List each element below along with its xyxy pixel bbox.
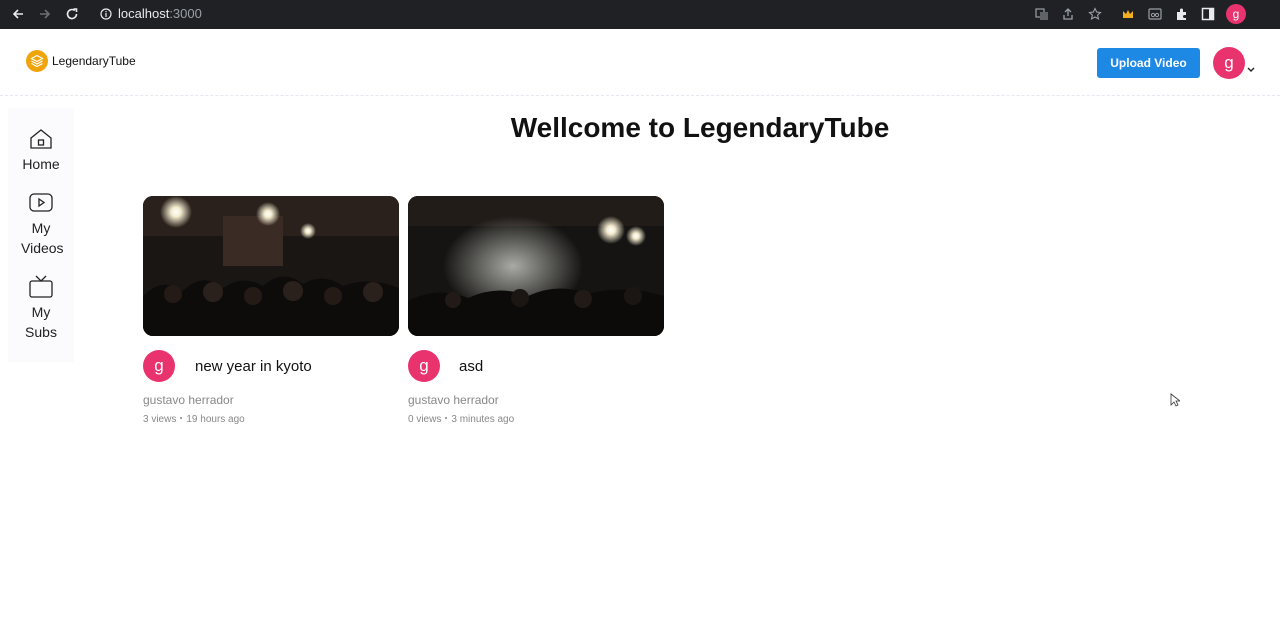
reload-icon[interactable] bbox=[65, 7, 79, 21]
video-title[interactable]: asd bbox=[459, 358, 483, 375]
channel-avatar[interactable]: g bbox=[143, 350, 175, 382]
upload-video-button[interactable]: Upload Video bbox=[1097, 48, 1200, 78]
video-time: 3 minutes ago bbox=[451, 414, 515, 425]
glasses-extension-icon[interactable] bbox=[1148, 7, 1162, 21]
forward-icon[interactable] bbox=[38, 7, 52, 21]
sidebar-item-label: My Videos bbox=[21, 220, 64, 256]
cursor-icon bbox=[1170, 393, 1180, 407]
video-title[interactable]: new year in kyoto bbox=[195, 358, 312, 375]
play-icon bbox=[29, 193, 53, 212]
video-author[interactable]: gustavo herrador bbox=[143, 393, 234, 407]
browser-profile-avatar[interactable]: g bbox=[1226, 4, 1246, 24]
home-icon bbox=[30, 129, 52, 149]
address-bar[interactable] bbox=[88, 2, 1258, 26]
logo-layers-icon bbox=[26, 50, 48, 72]
user-avatar[interactable]: g bbox=[1213, 47, 1245, 79]
video-meta: 3 views 19 hours ago bbox=[143, 414, 245, 425]
sidebar-item-my-videos[interactable]: My Videos bbox=[8, 190, 74, 258]
chevron-down-icon[interactable] bbox=[1246, 66, 1256, 74]
star-icon[interactable] bbox=[1088, 7, 1102, 21]
sidebar: Home My Videos My Subs bbox=[8, 108, 74, 362]
video-views: 0 views bbox=[408, 414, 442, 425]
site-info-icon[interactable] bbox=[100, 8, 112, 20]
sidebar-item-label: My Subs bbox=[25, 304, 57, 340]
page-title: Wellcome to LegendaryTube bbox=[510, 112, 890, 143]
logo-text: LegendaryTube bbox=[52, 54, 136, 68]
separator-dot bbox=[180, 417, 183, 420]
video-views: 3 views bbox=[143, 414, 177, 425]
video-time: 19 hours ago bbox=[186, 414, 245, 425]
video-card[interactable]: g asd gustavo herrador 0 views 3 minutes … bbox=[408, 196, 664, 425]
video-meta: 0 views 3 minutes ago bbox=[408, 414, 514, 425]
tv-icon bbox=[29, 275, 53, 298]
crown-extension-icon[interactable] bbox=[1121, 7, 1135, 21]
logo[interactable]: LegendaryTube bbox=[26, 50, 136, 72]
concert-crowd-thumbnail-image bbox=[143, 196, 399, 336]
browser-toolbar: localhost:3000 g bbox=[0, 0, 1280, 29]
video-thumbnail[interactable] bbox=[408, 196, 664, 336]
video-author[interactable]: gustavo herrador bbox=[408, 393, 499, 407]
sidebar-item-label: Home bbox=[22, 156, 60, 172]
side-panel-icon[interactable] bbox=[1201, 7, 1215, 21]
video-card[interactable]: g new year in kyoto gustavo herrador 3 v… bbox=[143, 196, 399, 425]
extensions-puzzle-icon[interactable] bbox=[1175, 7, 1189, 21]
separator-dot bbox=[445, 417, 448, 420]
sidebar-item-my-subs[interactable]: My Subs bbox=[8, 274, 74, 342]
sidebar-item-home[interactable]: Home bbox=[8, 126, 74, 174]
app-header: LegendaryTube Upload Video g bbox=[0, 29, 1280, 96]
video-thumbnail[interactable] bbox=[143, 196, 399, 336]
smoke-crowd-thumbnail-image bbox=[408, 196, 664, 336]
url-text: localhost:3000 bbox=[118, 6, 202, 21]
translate-icon[interactable] bbox=[1035, 7, 1049, 21]
share-icon[interactable] bbox=[1061, 7, 1075, 21]
back-icon[interactable] bbox=[11, 7, 25, 21]
channel-avatar[interactable]: g bbox=[408, 350, 440, 382]
